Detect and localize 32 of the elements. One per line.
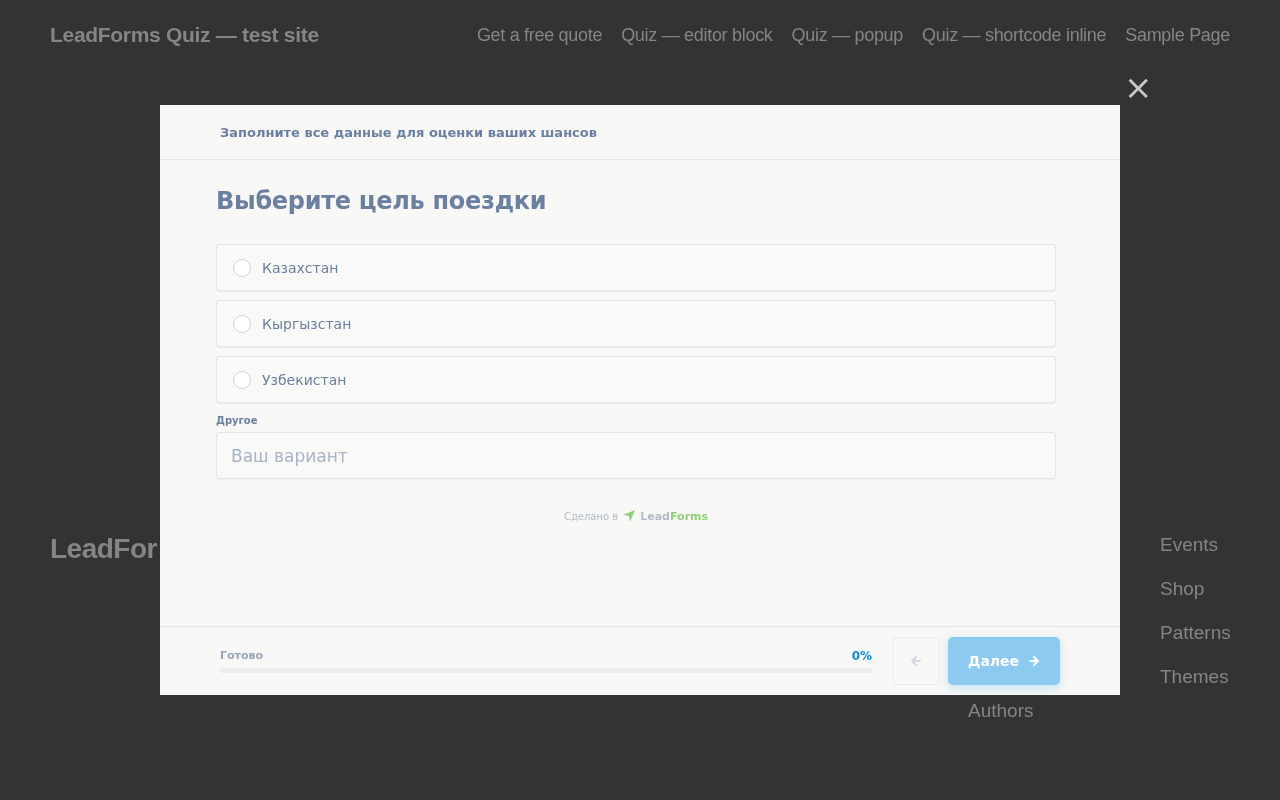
- nav-link[interactable]: Quiz — editor block: [621, 24, 773, 46]
- credit-text: Сделано в: [563, 510, 619, 522]
- input-field[interactable]: Ваш вариант: [216, 432, 1056, 479]
- answer-option[interactable]: Казахстан: [216, 244, 1056, 291]
- arrow-right-icon: [1028, 655, 1041, 667]
- nav-link[interactable]: Get a free quote: [476, 24, 603, 46]
- radio-button[interactable]: [233, 370, 251, 389]
- answer-option[interactable]: Кыргызстан: [216, 300, 1056, 347]
- radio-button[interactable]: [233, 258, 251, 277]
- arrow-left-icon: [910, 655, 922, 667]
- footer-link[interactable]: Themes: [1160, 665, 1229, 689]
- progress-reading: 0%: [851, 649, 872, 663]
- footer-link[interactable]: Shop: [1160, 577, 1205, 601]
- footer-site-title: LeadFor: [50, 533, 157, 565]
- paper-plane-icon: [622, 509, 637, 523]
- footer-link[interactable]: Authors: [968, 699, 1034, 723]
- question-title: Выберите цель поездки: [216, 187, 548, 215]
- nav-link[interactable]: Sample Page: [1125, 24, 1230, 46]
- close-button[interactable]: ×: [1124, 72, 1152, 102]
- progress-label: Готово: [220, 649, 264, 663]
- answer-option[interactable]: Узбекистан: [216, 356, 1056, 403]
- radio-button[interactable]: [233, 314, 251, 333]
- nav-link[interactable]: Quiz — shortcode inline: [922, 24, 1107, 46]
- quiz-header-text: Заполните все данные для оценки ваших шансов: [220, 124, 597, 140]
- site-title[interactable]: LeadForms Quiz — test site: [50, 23, 319, 47]
- nav-link[interactable]: Quiz — popup: [791, 24, 903, 46]
- field-label: Другое: [216, 415, 259, 426]
- next-button[interactable]: Далее: [948, 637, 1060, 685]
- back-button[interactable]: [892, 637, 940, 685]
- footer-link[interactable]: Patterns: [1160, 621, 1231, 645]
- brand-logo-text[interactable]: LeadForms: [640, 509, 709, 523]
- footer-link[interactable]: Events: [1160, 533, 1219, 557]
